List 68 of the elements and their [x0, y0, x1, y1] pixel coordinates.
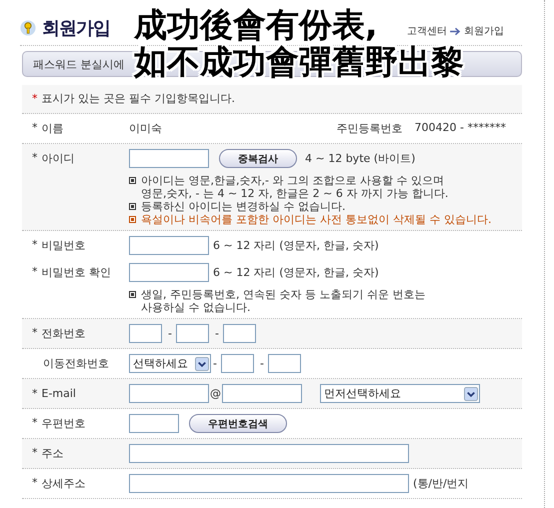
required-mark: *: [32, 476, 38, 491]
key-icon: [20, 20, 36, 36]
caption-text: 成功後會有份表,: [134, 6, 378, 43]
notice-text: 패스워드 분실시에: [33, 56, 124, 72]
input-field[interactable]: [222, 384, 302, 403]
required-mark: *: [32, 416, 38, 431]
separator-text: -: [168, 327, 172, 340]
field-label: 아이디: [42, 151, 74, 166]
input-field[interactable]: [129, 384, 209, 403]
field-label: 주소: [42, 446, 64, 461]
field-text: (통/반/번지: [413, 476, 469, 491]
field-label: 전화번호: [42, 326, 86, 341]
caption-text: 如不成功會彈舊野出黎: [134, 43, 464, 80]
separator-text: -: [214, 327, 219, 340]
field-text: 6 ~ 12 자리 (영문자, 한글, 숫자): [213, 238, 379, 253]
input-field[interactable]: [176, 324, 209, 343]
input-field[interactable]: [129, 149, 209, 168]
bullet-icon: [129, 291, 136, 298]
form-button[interactable]: 우편번호검색: [189, 414, 287, 433]
required-mark: *: [32, 326, 38, 341]
field-label: 이동전화번호: [43, 356, 109, 371]
bullet-icon: [129, 177, 136, 184]
page-title: 회원가입: [42, 17, 110, 40]
field-label: 비밀번호 확인: [42, 265, 111, 280]
input-field[interactable]: [129, 263, 209, 282]
required-mark: *: [32, 151, 38, 166]
required-mark: *: [32, 92, 38, 105]
separator-text: -: [213, 357, 217, 370]
field-text: 4 ~ 12 byte (바이트): [305, 151, 416, 166]
field-text: 이미숙: [129, 121, 162, 136]
field-value: 700420 - *******: [414, 121, 506, 136]
input-field[interactable]: [220, 354, 254, 373]
required-mark: *: [32, 265, 38, 280]
chevron-icon: [195, 356, 209, 370]
field-label: 비밀번호: [42, 238, 86, 253]
required-mark: *: [32, 446, 38, 461]
required-note: 표시가 있는 곳은 필수 기입항목입니다.: [42, 92, 235, 105]
required-mark: *: [32, 387, 38, 400]
dropdown[interactable]: 먼저선택하세요: [320, 384, 480, 403]
bullet-icon: [129, 216, 136, 223]
field-label: 주민등록번호: [336, 121, 403, 136]
dropdown[interactable]: 선택하세요: [129, 354, 211, 373]
note-text: 생일, 주민등록번호, 연속된 숫자 등 노출되기 쉬운 번호는 사용하실 수 없습니다.: [141, 288, 426, 314]
input-field[interactable]: [129, 324, 162, 343]
input-field[interactable]: [129, 444, 409, 463]
field-label: 상세주소: [42, 476, 86, 491]
note-text: 아이디는 영문,한글,숫자,- 와 그의 조합으로 사용할 수 있으며 영문,숫자, - 는 4 ~ 12 자, 한글은 2 ~ 6 자 까지 가능 합니다.: [141, 174, 448, 200]
input-field[interactable]: [222, 324, 256, 343]
breadcrumb-link[interactable]: 고객센터: [407, 24, 447, 38]
input-field[interactable]: [268, 354, 301, 373]
note-text: 등록하신 아이디는 변경하실 수 없습니다.: [141, 200, 346, 213]
field-label: 이름: [42, 121, 64, 136]
input-field[interactable]: [129, 236, 209, 255]
note-text: 욕설이나 비속어를 포함한 아이디는 사전 통보없이 삭제될 수 있습니다.: [141, 213, 492, 226]
input-field[interactable]: [129, 474, 409, 493]
field-label: 우편번호: [42, 416, 86, 431]
field-text: 6 ~ 12 자리 (영문자, 한글, 숫자): [213, 265, 379, 280]
at-sign: @: [210, 387, 221, 400]
breadcrumb-link[interactable]: 회원가입: [464, 24, 504, 38]
required-mark: *: [32, 121, 38, 136]
input-field[interactable]: [129, 414, 179, 433]
field-label: E-mail: [42, 387, 76, 400]
arrow-icon: [450, 26, 461, 36]
bullet-icon: [129, 203, 136, 210]
separator-text: -: [260, 357, 264, 370]
required-mark: *: [32, 238, 38, 253]
form-button[interactable]: 중복검사: [219, 149, 297, 168]
chevron-icon: [464, 386, 478, 400]
